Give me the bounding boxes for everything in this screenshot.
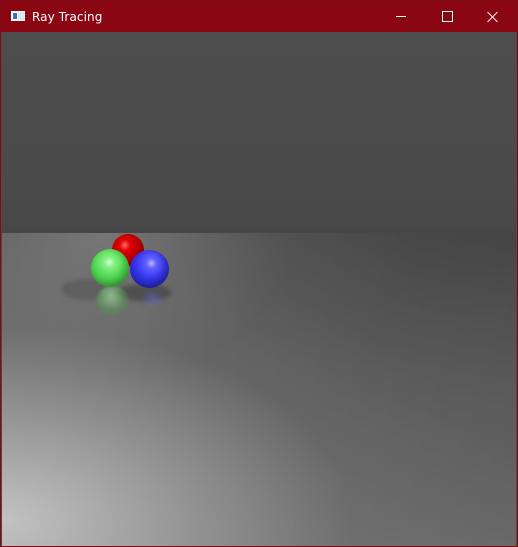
- minimize-button[interactable]: [378, 1, 424, 32]
- blue-sphere-reflection: [140, 291, 165, 306]
- maximize-button[interactable]: [424, 1, 470, 32]
- ray-tracing-window: Ray Tracing: [0, 0, 518, 547]
- blue-sphere: [130, 250, 169, 288]
- maximize-icon: [441, 11, 453, 22]
- green-sphere: [91, 249, 129, 287]
- ray-traced-render-area[interactable]: [2, 32, 516, 546]
- close-icon: [487, 11, 499, 23]
- green-sphere-reflection: [96, 286, 129, 316]
- app-window-icon: [11, 11, 25, 21]
- window-title: Ray Tracing: [32, 10, 103, 24]
- close-button[interactable]: [470, 1, 516, 32]
- background-gradient: [2, 32, 516, 234]
- title-bar[interactable]: Ray Tracing: [1, 1, 517, 32]
- minimize-icon: [396, 16, 406, 17]
